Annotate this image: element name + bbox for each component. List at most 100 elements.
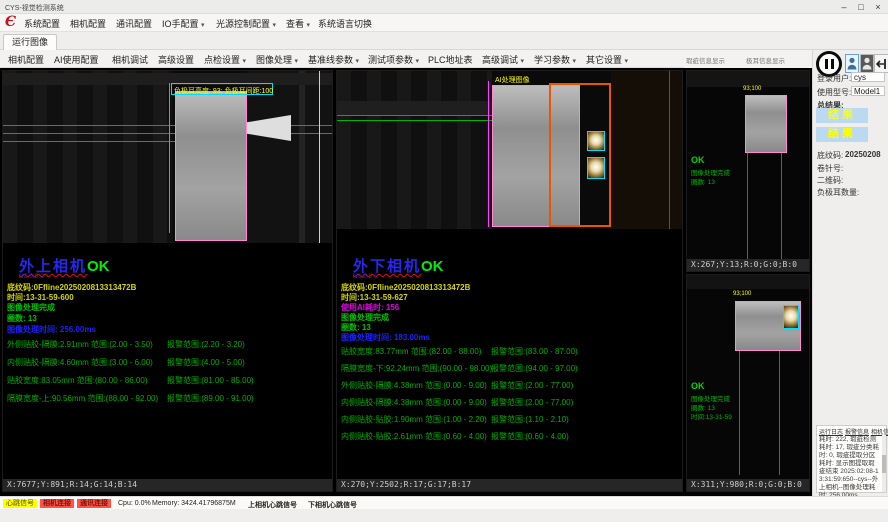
camera-image-side-bottom: 93;100 OK 图像处理完成 圈数: 13 时间:13-31-59: [687, 275, 810, 481]
ai-image-label: AI处理图像: [495, 75, 530, 85]
ok-flag: OK: [691, 381, 705, 391]
alarm-range: 报警范围:(81.00 - 85.00): [167, 375, 254, 386]
heartbeat-badge: 心跳信号: [3, 499, 37, 508]
measurement-row: 外侧贴胶-隔膜:2.91mm 范围:(2.00 - 3.50) 报警范围:(2.…: [7, 339, 332, 353]
toggle-tab-info[interactable]: 极耳信息显示: [746, 55, 785, 65]
result-badge-lower: 结果: [816, 127, 868, 142]
login-user-value: cys: [851, 72, 885, 82]
menu-io-config[interactable]: IO手配置 ▾: [162, 17, 205, 30]
alarm-range: 报警范围:(4.00 - 5.00): [167, 357, 245, 368]
turns-line: 圈数: 13: [7, 313, 37, 324]
camera-image-lower: AI处理图像: [337, 71, 683, 229]
chevron-down-icon: ▾: [243, 58, 247, 65]
barcode-label: 底纹码:: [817, 150, 843, 161]
menu-language-switch[interactable]: 系统语言切换: [318, 17, 372, 30]
tool-learning-params[interactable]: 学习参数 ▾: [534, 53, 576, 66]
process-done-line: 图像处理完成: [7, 302, 55, 313]
tool-advanced-settings[interactable]: 高级设置: [158, 53, 194, 66]
pixel-coords-bar: X:270;Y:2502;R:17;G:17;B:17: [337, 479, 682, 491]
chevron-down-icon: ▾: [201, 22, 205, 29]
toggle-defect-info[interactable]: 瑕疵信息显示: [686, 55, 725, 65]
memory-usage: Memory: 3424.41796875M: [152, 500, 236, 507]
app-logo-icon: Є: [5, 14, 16, 30]
camera-panel-side-bottom: 93;100 OK 图像处理完成 圈数: 13 时间:13-31-59 X:31…: [686, 274, 810, 492]
measure-label-box: 负极耳高度: 93; 负极耳间距:100: [171, 83, 273, 95]
measurement-text: 隔膜宽度-下:92.24mm 范围:(90.00 - 98.00): [341, 364, 492, 373]
logout-button[interactable]: [874, 54, 888, 73]
tool-camera-debug[interactable]: 相机调试: [112, 53, 148, 66]
minimize-icon[interactable]: –: [836, 1, 852, 13]
pin-number-label: 卷针号:: [817, 163, 843, 174]
ok-flag: OK: [421, 258, 444, 275]
process-time-line: 图像处理时间: 256.00ms: [7, 324, 96, 335]
tool-test-params[interactable]: 测试项参数 ▾: [368, 53, 419, 66]
tab-count-label: 负极耳数量:: [817, 187, 859, 198]
chevron-down-icon: ▾: [625, 58, 629, 65]
menu-bar: Є 系统配置 相机配置 通讯配置 IO手配置 ▾ 光源控制配置 ▾ 查看 ▾ 系…: [0, 14, 888, 32]
switch-user-button[interactable]: [860, 54, 874, 73]
maximize-icon[interactable]: □: [853, 1, 869, 13]
camera-image-side-top: 93;100 OK 图像处理完成 圈数: 13: [687, 71, 810, 261]
alarm-range: 报警范围:(2.20 - 3.20): [167, 339, 245, 350]
model-value: Model1: [851, 86, 885, 96]
app-window: CYS-视觉检测系统 – □ × Є 系统配置 相机配置 通讯配置 IO手配置 …: [0, 0, 888, 522]
chevron-down-icon: ▾: [521, 58, 525, 65]
ok-flag: OK: [87, 258, 110, 275]
tool-camera-config[interactable]: 相机配置: [8, 53, 44, 66]
pause-icon: [825, 59, 828, 69]
tool-spot-check[interactable]: 点检设置 ▾: [204, 53, 246, 66]
menu-view[interactable]: 查看 ▾: [286, 17, 310, 30]
chevron-down-icon: ▾: [573, 58, 577, 65]
measurement-text: 贴胶宽度:83.77mm 范围:(82.00 - 88.00): [341, 347, 482, 356]
chevron-down-icon: ▾: [273, 22, 277, 29]
close-icon[interactable]: ×: [870, 1, 886, 13]
view-toggles: 瑕疵信息显示 极耳信息显示: [684, 50, 812, 68]
tab-measure-label: 负极耳高度: 93; 负极耳间距:100: [174, 86, 273, 96]
camera-connect-badge: 相机连接: [40, 499, 74, 508]
alarm-range: 报警范围:(1.10 - 2.10): [491, 414, 569, 425]
measurement-text: 贴胶宽度:83.05mm 范围:(80.00 - 86.00): [7, 376, 148, 385]
tab-strip: 运行图像: [0, 32, 888, 50]
measurement-text: 内侧贴胶-隔膜:4.38mm 范围:(0.00 - 9.00): [341, 398, 487, 407]
menu-camera-config[interactable]: 相机配置: [70, 17, 106, 30]
login-user-button[interactable]: [845, 54, 859, 73]
tab-glow-spot: [587, 157, 605, 179]
tool-other-settings[interactable]: 其它设置 ▾: [586, 53, 628, 66]
tool-image-processing[interactable]: 图像处理 ▾: [256, 53, 298, 66]
tool-plc-table[interactable]: PLC地址表: [428, 53, 473, 66]
chevron-down-icon: ▾: [416, 58, 420, 65]
sidebar: 登录用户: cys 使用型号: Model1 总结果: 结果 结果 底纹码: 2…: [812, 50, 888, 496]
status-line: 图像处理完成: [691, 169, 730, 178]
tab-run-image[interactable]: 运行图像: [3, 34, 57, 50]
log-scrollbar[interactable]: [882, 435, 886, 492]
log-scrollbar-thumb[interactable]: [882, 455, 886, 473]
measurement-text: 外侧贴胶-隔膜:2.91mm 范围:(2.00 - 3.50): [7, 340, 153, 349]
user-icon: [847, 57, 857, 70]
alarm-range: 报警范围:(2.00 - 77.00): [491, 397, 573, 408]
pause-icon: [831, 59, 834, 69]
chevron-down-icon: ▾: [307, 22, 311, 29]
tool-ai-config[interactable]: AI使用配置: [54, 53, 99, 66]
measurement-text: 内侧贴胶-贴胶:2.61mm 范围:(0.60 - 4.00): [341, 432, 487, 441]
tab-measure-label: 93;100: [743, 86, 761, 92]
measurement-row: 内侧贴胶-贴胶:1.90mm 范围:(1.00 - 2.20) 报警范围:(1.…: [341, 414, 682, 428]
logout-icon: [876, 58, 888, 70]
log-panel: 运行日志报警信息相机信息 耗时: 222, 瑕疵检测耗时: 17, 瑕疵分类耗时…: [816, 425, 887, 493]
camera-subtitle: NG:0;B:0: [19, 274, 44, 280]
menu-light-config[interactable]: 光源控制配置 ▾: [216, 17, 276, 30]
comm-connect-badge: 通讯连接: [77, 499, 111, 508]
cpu-usage: Cpu: 0.0%: [118, 500, 151, 507]
chevron-down-icon: ▾: [295, 58, 299, 65]
menu-system-config[interactable]: 系统配置: [24, 17, 60, 30]
menu-comm-config[interactable]: 通讯配置: [116, 17, 152, 30]
measurement-text: 外侧贴胶-隔膜:4.38mm 范围:(0.00 - 9.00): [341, 381, 487, 390]
alarm-range: 报警范围:(0.60 - 4.00): [491, 431, 569, 442]
qr-code-label: 二维码:: [817, 175, 843, 186]
camera-subtitle: NG:0;B:0: [353, 274, 378, 280]
pixel-coords-bar: X:267;Y:13;R:0;G:0;B:0: [687, 259, 809, 271]
tool-baseline-params[interactable]: 基准线参数 ▾: [308, 53, 359, 66]
tool-advanced-debug[interactable]: 高级调试 ▾: [482, 53, 524, 66]
chevron-down-icon: ▾: [356, 58, 360, 65]
tab-measure-label: 93;100: [733, 291, 751, 297]
camera-panel-side-top: 93;100 OK 图像处理完成 圈数: 13 X:267;Y:13;R:0;G…: [686, 70, 810, 272]
